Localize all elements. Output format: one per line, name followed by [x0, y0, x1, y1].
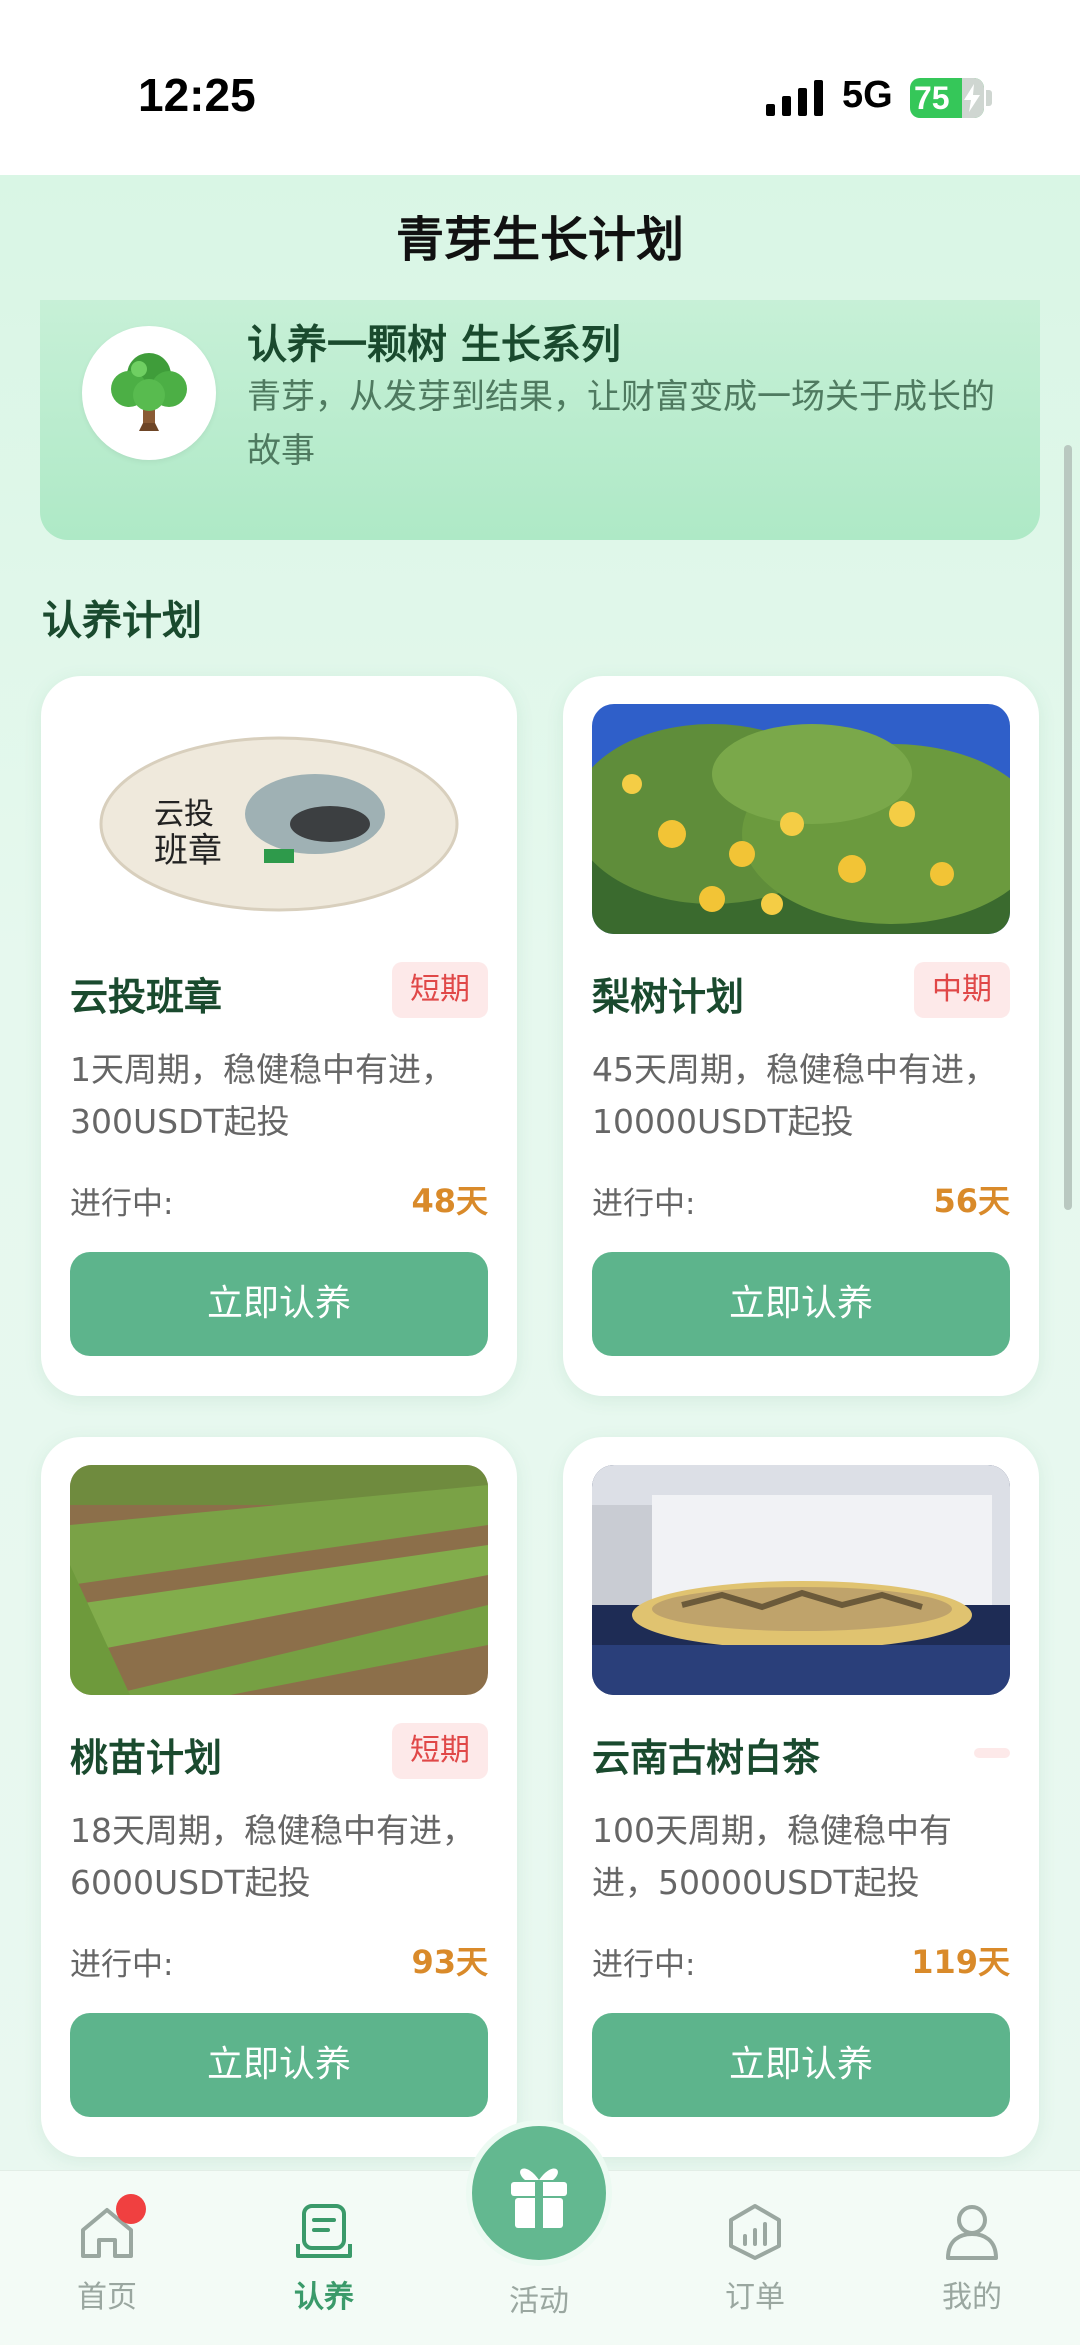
plan-status-label: 进行中:	[592, 1947, 696, 1983]
nav-profile-label: 我的	[942, 2280, 1002, 2315]
plan-card[interactable]: 桃苗计划 短期 18天周期，稳健稳中有进，6000USDT起投 进行中: 93天…	[41, 1437, 517, 2157]
order-icon	[729, 2204, 781, 2260]
section-title: 认养计划	[42, 598, 202, 644]
plan-description: 45天周期，稳健稳中有进，10000USDT起投	[592, 1050, 997, 1141]
plan-status-label: 进行中:	[592, 1186, 696, 1222]
plan-status-label: 进行中:	[70, 1947, 174, 1983]
plan-days: 48天	[411, 1182, 488, 1220]
plan-status-label: 进行中:	[70, 1186, 174, 1222]
signal-icon	[766, 80, 823, 116]
scrollbar[interactable]	[1064, 445, 1072, 1210]
tea-cake-text-2: 班章	[154, 831, 222, 871]
nav-home-label: 首页	[77, 2280, 137, 2315]
nav-adopt[interactable]: 认养	[249, 2192, 399, 2332]
plan-image-tea-cake: 云投 班章	[70, 704, 488, 934]
network-type: 5G	[842, 74, 893, 116]
plan-description: 18天周期，稳健稳中有进，6000USDT起投	[70, 1811, 475, 1902]
plan-name: 云投班章	[70, 975, 223, 1019]
battery-icon: 75	[910, 78, 984, 118]
adopt-now-button[interactable]: 立即认养	[592, 1252, 1010, 1356]
battery-level: 75	[914, 80, 950, 116]
plan-name: 梨树计划	[592, 975, 745, 1019]
status-time: 12:25	[138, 69, 256, 121]
adopt-icon	[296, 2204, 352, 2258]
adopt-now-button[interactable]: 立即认养	[70, 2013, 488, 2117]
plan-card[interactable]: 云投 班章 云投班章 短期 1天周期，稳健稳中有进，300USDT起投 进行中:…	[41, 676, 517, 1396]
plan-days: 56天	[933, 1182, 1010, 1220]
plan-term-badge	[974, 1748, 1010, 1758]
adopt-now-button[interactable]: 立即认养	[70, 1252, 488, 1356]
tree-icon	[111, 353, 187, 431]
nav-profile[interactable]: 我的	[897, 2192, 1047, 2332]
nav-home[interactable]: 首页	[32, 2192, 182, 2332]
plan-description: 100天周期，稳健稳中有进，50000USDT起投	[592, 1811, 952, 1902]
banner-title: 认养一颗树 生长系列	[247, 322, 621, 368]
nav-activity-label: 活动	[509, 2284, 569, 2319]
tea-cake-text-1: 云投	[154, 797, 214, 832]
plan-name: 桃苗计划	[70, 1736, 223, 1780]
adopt-now-button[interactable]: 立即认养	[592, 2013, 1010, 2117]
nav-activity[interactable]	[466, 2120, 612, 2266]
plan-image-peach-seedlings	[70, 1465, 488, 1695]
plan-days: 93天	[411, 1943, 488, 1981]
profile-icon	[946, 2205, 998, 2260]
nav-orders[interactable]: 订单	[680, 2192, 830, 2332]
page-title: 青芽生长计划	[395, 212, 684, 268]
plan-term-badge: 短期	[392, 962, 488, 1018]
intro-banner: 认养一颗树 生长系列 青芽，从发芽到结果，让财富变成一场关于成长的故事	[40, 300, 1040, 540]
notification-dot	[116, 2194, 146, 2224]
plan-card[interactable]: 云南古树白茶 100天周期，稳健稳中有进，50000USDT起投 进行中: 11…	[563, 1437, 1039, 2157]
nav-adopt-label: 认养	[294, 2280, 354, 2315]
plan-description: 1天周期，稳健稳中有进，300USDT起投	[70, 1050, 454, 1141]
plan-image-white-tea	[592, 1465, 1010, 1695]
plan-name: 云南古树白茶	[592, 1736, 821, 1780]
nav-orders-label: 订单	[725, 2280, 785, 2315]
plan-term-badge: 短期	[392, 1723, 488, 1779]
plan-term-badge: 中期	[914, 962, 1010, 1018]
status-bar: 12:25 5G 75	[0, 0, 1080, 175]
plan-card[interactable]: 梨树计划 中期 45天周期，稳健稳中有进，10000USDT起投 进行中: 56…	[563, 676, 1039, 1396]
plan-days: 119天	[911, 1943, 1010, 1981]
gift-icon	[511, 2168, 567, 2228]
plan-image-pear-tree	[592, 704, 1010, 934]
tree-avatar	[82, 326, 216, 460]
banner-description: 青芽，从发芽到结果，让财富变成一场关于成长的故事	[247, 377, 995, 471]
